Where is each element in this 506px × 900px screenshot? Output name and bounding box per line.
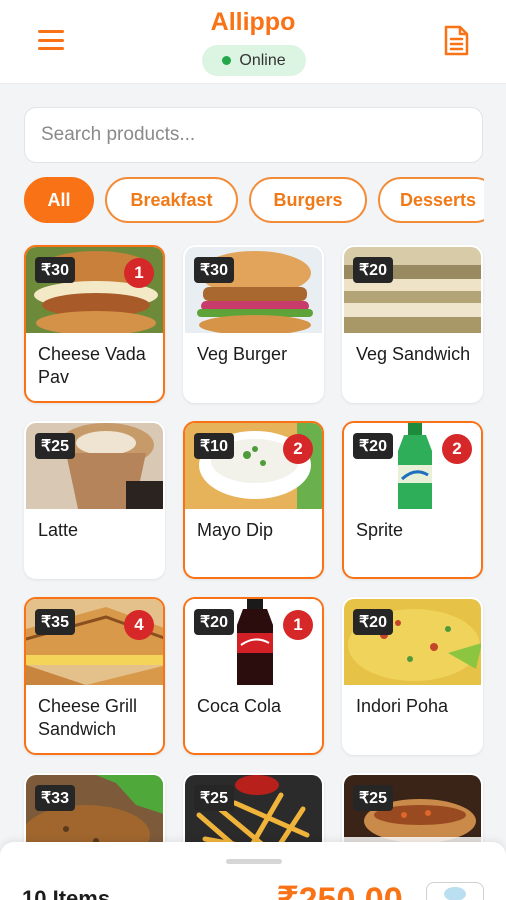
tab-desserts[interactable]: Desserts [378, 177, 484, 223]
online-dot-icon [222, 56, 232, 65]
quantity-badge: 1 [124, 258, 154, 288]
price-tag: ₹20 [194, 609, 234, 635]
product-name: Veg Sandwich [356, 344, 471, 364]
price-tag: ₹25 [194, 785, 234, 811]
tab-burgers[interactable]: Burgers [249, 177, 367, 223]
cart-item-count: 10 Items [22, 886, 111, 900]
category-tabs: All Breakfast Burgers Desserts [24, 177, 484, 223]
product-name: Indori Poha [356, 696, 449, 716]
app-title: Allippo [210, 8, 296, 36]
price-tag: ₹35 [35, 609, 75, 635]
document-icon[interactable] [443, 25, 469, 56]
product-card[interactable]: ₹35 4 Cheese Grill Sandwich [24, 597, 165, 755]
cart-total: ₹250.00 [277, 881, 403, 900]
product-card[interactable]: ₹30 Veg Burger [183, 245, 324, 403]
quantity-badge: 2 [283, 434, 313, 464]
product-card[interactable]: ₹20 1 Coca Cola [183, 597, 324, 755]
quantity-badge: 1 [283, 610, 313, 640]
price-tag: ₹33 [35, 785, 75, 811]
price-tag: ₹25 [353, 785, 393, 811]
cart-summary-bar[interactable]: 10 Items ₹250.00 [0, 842, 506, 900]
price-tag: ₹25 [35, 433, 75, 459]
product-name: Latte [38, 520, 79, 540]
price-tag: ₹20 [353, 433, 393, 459]
product-card[interactable]: ₹20 Indori Poha [342, 597, 483, 755]
tab-all[interactable]: All [24, 177, 94, 223]
product-card[interactable]: ₹30 1 Cheese Vada Pav [24, 245, 165, 403]
cart-icon [444, 887, 466, 900]
product-card[interactable]: ₹20 Veg Sandwich [342, 245, 483, 403]
cart-button[interactable] [426, 882, 484, 900]
product-name: Coca Cola [197, 696, 282, 716]
price-tag: ₹10 [194, 433, 234, 459]
price-tag: ₹20 [353, 609, 393, 635]
product-name: Veg Burger [197, 344, 288, 364]
status-text: Online [239, 51, 286, 69]
product-card[interactable]: ₹25 Latte [24, 421, 165, 579]
product-name: Cheese Vada Pav [38, 344, 146, 387]
price-tag: ₹30 [35, 257, 75, 283]
quantity-badge: 2 [442, 434, 472, 464]
status-badge: Online [202, 45, 306, 76]
price-tag: ₹30 [194, 257, 234, 283]
product-name: Sprite [356, 520, 404, 540]
product-name: Mayo Dip [197, 520, 274, 540]
product-name: Cheese Grill Sandwich [38, 696, 138, 739]
product-card[interactable]: ₹20 2 Sprite [342, 421, 483, 579]
drag-handle[interactable] [226, 859, 282, 864]
product-grid: ₹30 1 Cheese Vada Pav ₹30 Veg Burger ₹20… [24, 245, 484, 900]
product-card[interactable]: ₹10 2 Mayo Dip [183, 421, 324, 579]
search-input[interactable] [24, 107, 483, 163]
quantity-badge: 4 [124, 610, 154, 640]
tab-breakfast[interactable]: Breakfast [105, 177, 238, 223]
price-tag: ₹20 [353, 257, 393, 283]
app-header: Allippo Online [0, 0, 506, 84]
